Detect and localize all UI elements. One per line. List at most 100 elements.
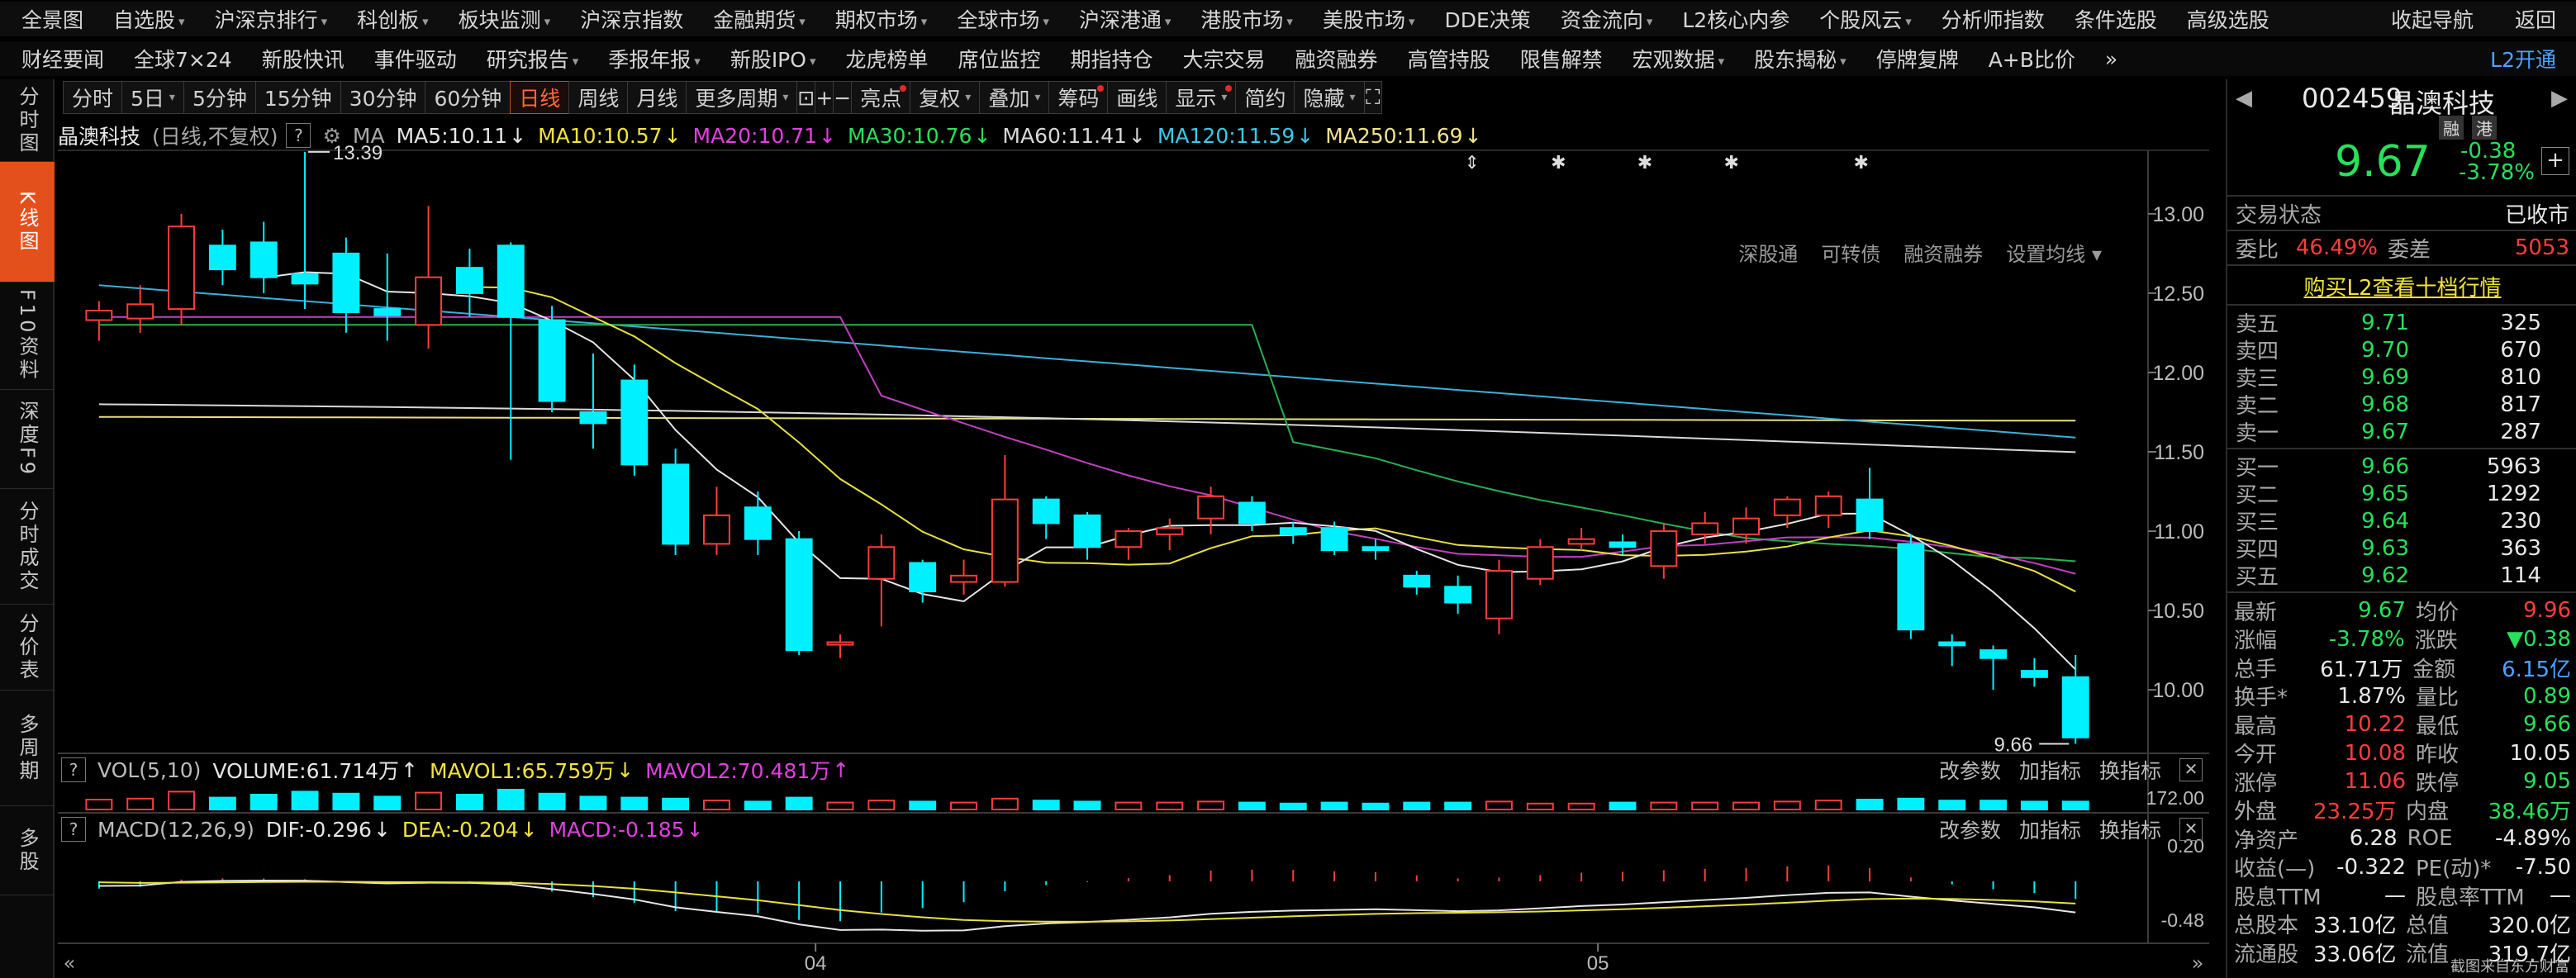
news-item-3[interactable]: 事件驱动 bbox=[353, 44, 465, 74]
candle-body[interactable] bbox=[168, 226, 195, 311]
period-4[interactable]: 30分钟 bbox=[340, 81, 426, 114]
event-marker-icon[interactable]: ✱ bbox=[1723, 153, 1738, 173]
candle-body[interactable] bbox=[332, 252, 360, 313]
nav-item-16[interactable]: 分析师指数 bbox=[1920, 4, 2053, 34]
news-item-10[interactable]: 大宗交易 bbox=[1162, 44, 1274, 74]
nav-item-11[interactable]: 美股市场 bbox=[1301, 4, 1423, 34]
tool-3[interactable]: 亮点 bbox=[851, 81, 911, 114]
period-1[interactable]: 5日 bbox=[121, 81, 184, 114]
event-marker-icon[interactable]: ✱ bbox=[1551, 153, 1566, 173]
period-8[interactable]: 月线 bbox=[627, 81, 687, 114]
tool-10[interactable]: 隐藏 bbox=[1294, 81, 1365, 114]
candle-body[interactable] bbox=[744, 506, 772, 540]
mini-tool-3[interactable]: 设置均线 ▾ bbox=[2006, 238, 2102, 267]
tool-9[interactable]: 简约 bbox=[1235, 81, 1295, 114]
left-tab-5[interactable]: 分价表 bbox=[0, 605, 55, 691]
scroll-right-icon[interactable]: » bbox=[2192, 952, 2204, 975]
news-item-6[interactable]: 新股IPO bbox=[709, 44, 825, 74]
news-item-11[interactable]: 融资融券 bbox=[1274, 44, 1386, 74]
scroll-left-icon[interactable]: « bbox=[64, 952, 76, 975]
news-item-8[interactable]: 席位监控 bbox=[937, 44, 1049, 74]
buy-l2-link[interactable]: 购买L2查看十档行情 bbox=[2227, 271, 2576, 301]
sub-tool-0[interactable]: 改参数 bbox=[1939, 755, 2001, 785]
tool-7[interactable]: 画线 bbox=[1107, 81, 1167, 114]
candle-body[interactable] bbox=[85, 310, 113, 321]
left-tab-6[interactable]: 多周期 bbox=[0, 691, 55, 806]
candle-body[interactable] bbox=[1073, 514, 1101, 548]
candle-body[interactable] bbox=[1526, 546, 1554, 580]
candle-body[interactable] bbox=[909, 562, 937, 593]
candle-body[interactable] bbox=[1691, 522, 1719, 535]
nav-item-18[interactable]: 高级选股 bbox=[2165, 4, 2278, 34]
left-tab-0[interactable]: 分时图 bbox=[0, 79, 55, 162]
period-2[interactable]: 5分钟 bbox=[183, 81, 256, 114]
candle-body[interactable] bbox=[579, 411, 607, 425]
news-item-9[interactable]: 期指持仓 bbox=[1049, 44, 1162, 74]
nav-right-item-0[interactable]: 收起导航 bbox=[2369, 4, 2493, 34]
event-marker-icon[interactable]: ⇕ bbox=[1464, 153, 1479, 173]
news-item-14[interactable]: 宏观数据 bbox=[1611, 44, 1733, 74]
help-icon[interactable]: ? bbox=[61, 757, 86, 782]
sub-tool-0[interactable]: 改参数 bbox=[1939, 814, 2001, 844]
news-item-15[interactable]: 股东揭秘 bbox=[1732, 44, 1855, 74]
candle-body[interactable] bbox=[1609, 541, 1637, 548]
candle-body[interactable] bbox=[785, 538, 813, 652]
candle-body[interactable] bbox=[1856, 498, 1884, 533]
nav-item-10[interactable]: 港股市场 bbox=[1179, 4, 1301, 34]
mini-tool-1[interactable]: 可转债 bbox=[1821, 238, 1880, 267]
period-3[interactable]: 15分钟 bbox=[254, 81, 341, 114]
l2-open-link[interactable]: L2开通 bbox=[2469, 44, 2576, 74]
sub-tool-2[interactable]: 换指标 bbox=[2099, 755, 2161, 785]
help-icon[interactable]: ? bbox=[61, 817, 86, 842]
nav-item-3[interactable]: 科创板 bbox=[335, 4, 437, 34]
fullscreen-icon[interactable]: ⛶ bbox=[1363, 81, 1382, 114]
news-item-1[interactable]: 全球7×24 bbox=[112, 44, 240, 74]
candle-body[interactable] bbox=[662, 463, 690, 545]
gear-icon[interactable]: ⚙ bbox=[322, 124, 340, 148]
nav-item-17[interactable]: 条件选股 bbox=[2053, 4, 2165, 34]
candle-body[interactable] bbox=[1567, 538, 1595, 545]
forward-arrow-icon[interactable]: ▶ bbox=[2551, 86, 2568, 111]
candle-body[interactable] bbox=[950, 574, 977, 583]
add-watchlist-button[interactable]: + bbox=[2541, 147, 2569, 175]
candle-body[interactable] bbox=[867, 546, 896, 580]
candle-body[interactable] bbox=[1773, 498, 1801, 516]
nav-item-1[interactable]: 自选股 bbox=[92, 4, 193, 34]
candle-body[interactable] bbox=[1279, 527, 1307, 535]
news-item-18[interactable]: » bbox=[2084, 47, 2126, 71]
nav-item-8[interactable]: 全球市场 bbox=[935, 4, 1057, 34]
candle-body[interactable] bbox=[1115, 530, 1143, 548]
candle-body[interactable] bbox=[1980, 649, 2008, 659]
period-0[interactable]: 分时 bbox=[63, 81, 123, 114]
news-item-13[interactable]: 限售解禁 bbox=[1499, 44, 1611, 74]
news-item-2[interactable]: 新股快讯 bbox=[240, 44, 353, 74]
event-marker-icon[interactable]: ✱ bbox=[1853, 153, 1868, 173]
sub-tool-1[interactable]: 加指标 bbox=[2019, 814, 2081, 844]
left-tab-3[interactable]: 深度F9 bbox=[0, 390, 55, 489]
sub-tool-2[interactable]: 换指标 bbox=[2099, 814, 2161, 844]
candle-body[interactable] bbox=[1238, 501, 1266, 525]
candle-body[interactable] bbox=[1814, 495, 1842, 516]
left-tab-2[interactable]: F10资料 bbox=[0, 282, 55, 390]
candle-body[interactable] bbox=[826, 641, 854, 646]
candle-body[interactable] bbox=[538, 319, 566, 402]
close-icon[interactable]: ✕ bbox=[2179, 758, 2203, 781]
news-item-12[interactable]: 高管持股 bbox=[1386, 44, 1499, 74]
back-arrow-icon[interactable]: ◀ bbox=[2236, 86, 2252, 111]
nav-item-13[interactable]: 资金流向 bbox=[1539, 4, 1661, 34]
candle-body[interactable] bbox=[1320, 527, 1348, 552]
tool-5[interactable]: 叠加 bbox=[979, 81, 1050, 114]
candle-body[interactable] bbox=[1732, 517, 1760, 535]
nav-item-12[interactable]: DDE决策 bbox=[1423, 4, 1539, 34]
sub-tool-1[interactable]: 加指标 bbox=[2019, 755, 2081, 785]
help-icon[interactable]: ? bbox=[286, 123, 311, 148]
nav-item-9[interactable]: 沪深港通 bbox=[1057, 4, 1180, 34]
candle-body[interactable] bbox=[126, 303, 154, 320]
mini-tool-2[interactable]: 融资融券 bbox=[1903, 238, 1983, 267]
zoom-in-icon[interactable]: + bbox=[815, 81, 834, 114]
news-item-7[interactable]: 龙虎榜单 bbox=[824, 44, 936, 74]
nav-item-6[interactable]: 金融期货 bbox=[692, 4, 814, 34]
nav-item-0[interactable]: 全景图 bbox=[0, 4, 92, 34]
candle-body[interactable] bbox=[703, 514, 730, 545]
candle-body[interactable] bbox=[415, 276, 443, 326]
